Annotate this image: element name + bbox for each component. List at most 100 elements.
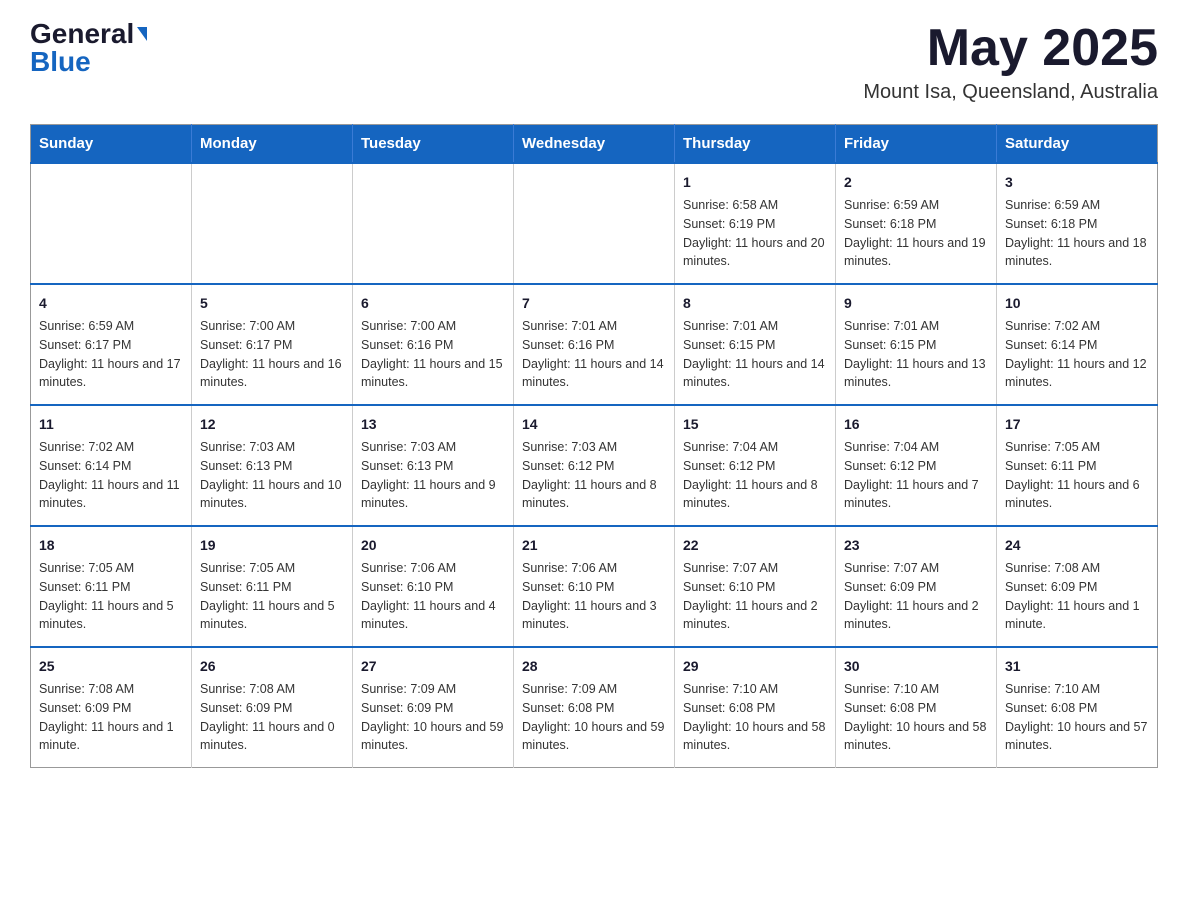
day-info-line: Sunrise: 7:09 AM <box>522 680 666 699</box>
calendar-cell: 5Sunrise: 7:00 AMSunset: 6:17 PMDaylight… <box>192 284 353 405</box>
calendar-cell: 2Sunrise: 6:59 AMSunset: 6:18 PMDaylight… <box>836 163 997 284</box>
day-info-line: Daylight: 11 hours and 14 minutes. <box>683 355 827 393</box>
day-number: 28 <box>522 656 666 677</box>
day-info-line: Daylight: 11 hours and 3 minutes. <box>522 597 666 635</box>
day-info-line: Sunset: 6:10 PM <box>683 578 827 597</box>
day-info-line: Sunset: 6:12 PM <box>522 457 666 476</box>
day-number: 13 <box>361 414 505 435</box>
day-info-line: Daylight: 11 hours and 20 minutes. <box>683 234 827 272</box>
day-info-line: Sunrise: 7:05 AM <box>200 559 344 578</box>
day-number: 25 <box>39 656 183 677</box>
day-info-line: Daylight: 11 hours and 4 minutes. <box>361 597 505 635</box>
day-info-line: Daylight: 11 hours and 7 minutes. <box>844 476 988 514</box>
calendar-week-1: 1Sunrise: 6:58 AMSunset: 6:19 PMDaylight… <box>31 163 1158 284</box>
day-info-line: Sunset: 6:08 PM <box>522 699 666 718</box>
calendar-cell: 21Sunrise: 7:06 AMSunset: 6:10 PMDayligh… <box>514 526 675 647</box>
logo: General Blue <box>30 20 147 76</box>
day-number: 23 <box>844 535 988 556</box>
day-info-line: Daylight: 11 hours and 5 minutes. <box>200 597 344 635</box>
day-info-line: Sunset: 6:08 PM <box>1005 699 1149 718</box>
day-info-line: Daylight: 11 hours and 18 minutes. <box>1005 234 1149 272</box>
day-number: 7 <box>522 293 666 314</box>
day-info-line: Daylight: 11 hours and 19 minutes. <box>844 234 988 272</box>
day-info-line: Sunrise: 7:10 AM <box>844 680 988 699</box>
day-number: 2 <box>844 172 988 193</box>
day-info-line: Sunset: 6:19 PM <box>683 215 827 234</box>
day-number: 1 <box>683 172 827 193</box>
page-header: General Blue May 2025 Mount Isa, Queensl… <box>30 20 1158 104</box>
calendar-cell: 3Sunrise: 6:59 AMSunset: 6:18 PMDaylight… <box>997 163 1158 284</box>
weekday-header-saturday: Saturday <box>997 125 1158 164</box>
day-info-line: Daylight: 11 hours and 11 minutes. <box>39 476 183 514</box>
day-number: 17 <box>1005 414 1149 435</box>
day-info-line: Sunset: 6:09 PM <box>1005 578 1149 597</box>
calendar-cell: 12Sunrise: 7:03 AMSunset: 6:13 PMDayligh… <box>192 405 353 526</box>
day-info-line: Sunset: 6:13 PM <box>361 457 505 476</box>
day-info-line: Daylight: 11 hours and 2 minutes. <box>683 597 827 635</box>
calendar-cell: 11Sunrise: 7:02 AMSunset: 6:14 PMDayligh… <box>31 405 192 526</box>
calendar-week-2: 4Sunrise: 6:59 AMSunset: 6:17 PMDaylight… <box>31 284 1158 405</box>
calendar-cell: 28Sunrise: 7:09 AMSunset: 6:08 PMDayligh… <box>514 647 675 768</box>
calendar-week-3: 11Sunrise: 7:02 AMSunset: 6:14 PMDayligh… <box>31 405 1158 526</box>
day-info-line: Sunset: 6:09 PM <box>200 699 344 718</box>
calendar-cell <box>31 163 192 284</box>
calendar-table: SundayMondayTuesdayWednesdayThursdayFrid… <box>30 124 1158 768</box>
day-number: 19 <box>200 535 344 556</box>
day-number: 22 <box>683 535 827 556</box>
day-info-line: Sunrise: 7:10 AM <box>1005 680 1149 699</box>
day-info-line: Sunset: 6:17 PM <box>39 336 183 355</box>
day-info-line: Sunset: 6:15 PM <box>683 336 827 355</box>
calendar-cell <box>514 163 675 284</box>
day-info-line: Daylight: 11 hours and 14 minutes. <box>522 355 666 393</box>
day-info-line: Sunset: 6:11 PM <box>1005 457 1149 476</box>
day-info-line: Sunset: 6:12 PM <box>844 457 988 476</box>
day-number: 15 <box>683 414 827 435</box>
day-info-line: Sunrise: 7:03 AM <box>522 438 666 457</box>
day-info-line: Sunset: 6:13 PM <box>200 457 344 476</box>
day-info-line: Daylight: 11 hours and 8 minutes. <box>683 476 827 514</box>
calendar-cell: 20Sunrise: 7:06 AMSunset: 6:10 PMDayligh… <box>353 526 514 647</box>
calendar-cell: 26Sunrise: 7:08 AMSunset: 6:09 PMDayligh… <box>192 647 353 768</box>
calendar-header: SundayMondayTuesdayWednesdayThursdayFrid… <box>31 125 1158 164</box>
calendar-cell: 23Sunrise: 7:07 AMSunset: 6:09 PMDayligh… <box>836 526 997 647</box>
day-info-line: Sunset: 6:08 PM <box>683 699 827 718</box>
weekday-header-sunday: Sunday <box>31 125 192 164</box>
day-info-line: Daylight: 11 hours and 2 minutes. <box>844 597 988 635</box>
day-number: 30 <box>844 656 988 677</box>
day-info-line: Daylight: 10 hours and 58 minutes. <box>683 718 827 756</box>
calendar-cell: 27Sunrise: 7:09 AMSunset: 6:09 PMDayligh… <box>353 647 514 768</box>
day-info-line: Daylight: 11 hours and 16 minutes. <box>200 355 344 393</box>
logo-blue-text: Blue <box>30 48 91 76</box>
day-info-line: Sunrise: 7:07 AM <box>683 559 827 578</box>
day-number: 6 <box>361 293 505 314</box>
day-number: 24 <box>1005 535 1149 556</box>
day-info-line: Sunset: 6:15 PM <box>844 336 988 355</box>
logo-triangle-icon <box>137 27 147 41</box>
title-section: May 2025 Mount Isa, Queensland, Australi… <box>863 20 1158 104</box>
day-info-line: Daylight: 10 hours and 59 minutes. <box>361 718 505 756</box>
day-number: 9 <box>844 293 988 314</box>
calendar-cell: 6Sunrise: 7:00 AMSunset: 6:16 PMDaylight… <box>353 284 514 405</box>
day-number: 11 <box>39 414 183 435</box>
day-info-line: Sunrise: 6:58 AM <box>683 196 827 215</box>
day-info-line: Sunset: 6:11 PM <box>200 578 344 597</box>
day-number: 12 <box>200 414 344 435</box>
calendar-week-5: 25Sunrise: 7:08 AMSunset: 6:09 PMDayligh… <box>31 647 1158 768</box>
day-info-line: Sunrise: 7:09 AM <box>361 680 505 699</box>
calendar-cell: 17Sunrise: 7:05 AMSunset: 6:11 PMDayligh… <box>997 405 1158 526</box>
day-info-line: Sunrise: 7:03 AM <box>361 438 505 457</box>
day-info-line: Sunrise: 7:05 AM <box>1005 438 1149 457</box>
day-info-line: Sunset: 6:14 PM <box>39 457 183 476</box>
day-number: 10 <box>1005 293 1149 314</box>
day-info-line: Sunrise: 7:07 AM <box>844 559 988 578</box>
day-info-line: Daylight: 11 hours and 12 minutes. <box>1005 355 1149 393</box>
day-number: 18 <box>39 535 183 556</box>
day-info-line: Sunrise: 6:59 AM <box>1005 196 1149 215</box>
day-info-line: Sunrise: 7:06 AM <box>361 559 505 578</box>
day-info-line: Sunset: 6:09 PM <box>361 699 505 718</box>
day-info-line: Daylight: 11 hours and 1 minute. <box>39 718 183 756</box>
calendar-cell: 25Sunrise: 7:08 AMSunset: 6:09 PMDayligh… <box>31 647 192 768</box>
day-number: 31 <box>1005 656 1149 677</box>
calendar-cell: 24Sunrise: 7:08 AMSunset: 6:09 PMDayligh… <box>997 526 1158 647</box>
calendar-cell: 22 Sunrise: 7:07 AMSunset: 6:10 PMDayligh… <box>675 526 836 647</box>
